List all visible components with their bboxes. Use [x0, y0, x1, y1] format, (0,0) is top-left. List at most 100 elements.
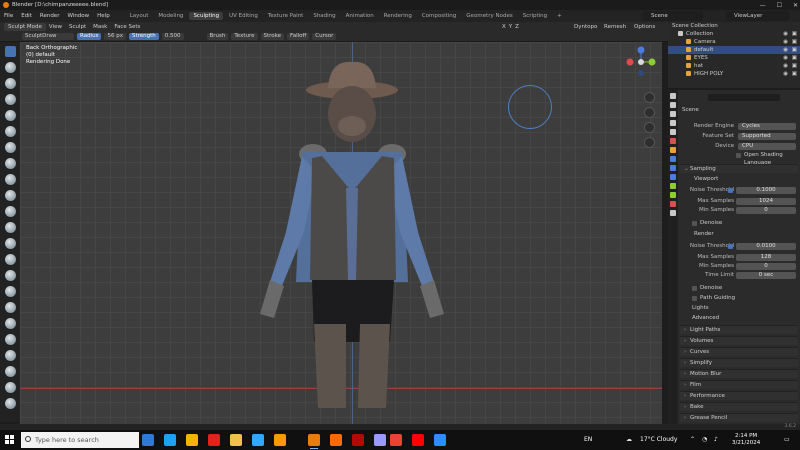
axis-z-toggle[interactable]: Z: [515, 24, 519, 30]
visibility-eye-icon[interactable]: ◉: [783, 54, 788, 62]
render-subsection[interactable]: Render: [686, 230, 800, 238]
maximize-button[interactable]: ☐: [777, 2, 782, 9]
viewport-min-samples-field[interactable]: 0: [736, 206, 796, 214]
particles-tab-icon[interactable]: [670, 165, 676, 171]
menu-view[interactable]: View: [49, 24, 62, 30]
outliner-row-eyes[interactable]: EYES ◉ ▣: [668, 54, 800, 62]
tab-modeling[interactable]: Modeling: [154, 12, 187, 20]
taskbar-search-box[interactable]: Type here to search: [21, 432, 139, 448]
edge-browser-icon[interactable]: [164, 434, 176, 446]
acrobat-icon[interactable]: [352, 434, 364, 446]
osl-checkbox[interactable]: [736, 152, 741, 158]
motion-blur-section[interactable]: Motion Blur: [680, 369, 798, 379]
outliner-row-hat[interactable]: hat ◉ ▣: [668, 62, 800, 70]
menu-edit[interactable]: Edit: [21, 13, 32, 19]
render-camera-icon[interactable]: ▣: [792, 54, 797, 62]
multiplane-scrape-icon[interactable]: [5, 254, 16, 265]
youtube-icon[interactable]: [412, 434, 424, 446]
folder-icon[interactable]: [230, 434, 242, 446]
mesh-filter-icon[interactable]: [5, 382, 16, 393]
tab-uv-editing[interactable]: UV Editing: [225, 12, 262, 20]
minimize-button[interactable]: —: [760, 2, 766, 9]
grease-pencil-section[interactable]: Grease Pencil: [680, 413, 798, 423]
layer-icon[interactable]: [5, 126, 16, 137]
path-guiding-checkbox[interactable]: [692, 295, 697, 301]
render-noise-threshold-checkbox[interactable]: [728, 243, 733, 249]
axis-x-toggle[interactable]: X: [502, 24, 506, 30]
box-mask-icon[interactable]: [5, 366, 16, 377]
illustrator-icon[interactable]: [274, 434, 286, 446]
vlc-icon[interactable]: [208, 434, 220, 446]
physics-tab-icon[interactable]: [670, 174, 676, 180]
properties-search-input[interactable]: [708, 94, 780, 101]
close-button[interactable]: ✕: [793, 2, 798, 9]
illustrator-alt-icon[interactable]: [330, 434, 342, 446]
visibility-eye-icon[interactable]: ◉: [783, 38, 788, 46]
material-tab-icon[interactable]: [670, 201, 676, 207]
navigation-gizmo[interactable]: [624, 45, 658, 79]
curves-section[interactable]: Curves: [680, 347, 798, 357]
bake-section[interactable]: Bake: [680, 402, 798, 412]
render-tab-icon[interactable]: [670, 102, 676, 108]
device-dropdown[interactable]: CPU: [738, 142, 796, 150]
render-camera-icon[interactable]: ▣: [792, 70, 797, 78]
visibility-eye-icon[interactable]: ◉: [783, 30, 788, 38]
constraints-tab-icon[interactable]: [670, 183, 676, 189]
advanced-subsection[interactable]: Advanced: [692, 314, 800, 322]
options-menu[interactable]: Options: [634, 24, 655, 30]
scene-tab-icon[interactable]: [670, 129, 676, 135]
render-min-samples-field[interactable]: 0: [736, 262, 796, 270]
fill-icon[interactable]: [5, 222, 16, 233]
visibility-eye-icon[interactable]: ◉: [783, 70, 788, 78]
sampling-section[interactable]: Sampling: [680, 164, 798, 174]
clay-strips-icon[interactable]: [5, 94, 16, 105]
clay-thumb-icon[interactable]: [5, 110, 16, 121]
tool-tab-icon[interactable]: [670, 93, 676, 99]
world-tab-icon[interactable]: [670, 138, 676, 144]
object-tab-icon[interactable]: [670, 147, 676, 153]
scrape-icon[interactable]: [5, 238, 16, 249]
system-clock[interactable]: 2:14 PM 3/21/2024: [732, 433, 760, 447]
draw-brush-icon[interactable]: [5, 46, 16, 57]
radius-label[interactable]: Radius: [77, 33, 102, 40]
tab-layout[interactable]: Layout: [126, 12, 153, 20]
blob-icon[interactable]: [5, 158, 16, 169]
tab-animation[interactable]: Animation: [342, 12, 378, 20]
modifier-tab-icon[interactable]: [670, 156, 676, 162]
outliner-row-scene-collection[interactable]: Scene Collection: [668, 22, 800, 30]
render-max-samples-field[interactable]: 128: [736, 253, 796, 261]
add-workspace-button[interactable]: +: [553, 12, 566, 20]
render-denoise-row[interactable]: Denoise: [692, 284, 800, 292]
store-icon[interactable]: [434, 434, 446, 446]
weather-widget[interactable]: 17°C Cloudy: [640, 436, 677, 443]
stroke-menu[interactable]: Stroke: [260, 33, 285, 40]
language-indicator[interactable]: EN: [584, 436, 592, 443]
outliner-row-camera[interactable]: Camera ◉ ▣: [668, 38, 800, 46]
visibility-eye-icon[interactable]: ◉: [783, 62, 788, 70]
render-noise-threshold-field[interactable]: 0.0100: [736, 242, 796, 250]
time-limit-field[interactable]: 0 sec: [736, 271, 796, 279]
feature-set-dropdown[interactable]: Supported: [738, 132, 796, 140]
menu-face-sets[interactable]: Face Sets: [114, 24, 140, 30]
render-denoise-checkbox[interactable]: [692, 285, 697, 291]
brush-selector[interactable]: SculptDraw: [22, 33, 74, 40]
axis-y-toggle[interactable]: Y: [509, 24, 512, 30]
clay-icon[interactable]: [5, 78, 16, 89]
viewport-noise-threshold-field[interactable]: 0.1000: [736, 186, 796, 194]
volumes-section[interactable]: Volumes: [680, 336, 798, 346]
ortho-grid-icon[interactable]: [644, 137, 655, 148]
film-section[interactable]: Film: [680, 380, 798, 390]
path-guiding-row[interactable]: Path Guiding: [692, 294, 800, 302]
camera-view-icon[interactable]: [644, 122, 655, 133]
outliner-row-high-poly[interactable]: HIGH POLY ◉ ▣: [668, 70, 800, 78]
notifications-icon[interactable]: ▭: [784, 436, 790, 443]
dyntopo-menu[interactable]: Dyntopo: [574, 24, 597, 30]
remesh-menu[interactable]: Remesh: [604, 24, 626, 30]
strength-value[interactable]: 0.500: [161, 33, 184, 40]
pinch-icon[interactable]: [5, 270, 16, 281]
draw-sharp-icon[interactable]: [5, 62, 16, 73]
mask-icon[interactable]: [5, 334, 16, 345]
scene-selector[interactable]: Scene: [643, 11, 703, 21]
render-camera-icon[interactable]: ▣: [792, 62, 797, 70]
pan-hand-icon[interactable]: [644, 107, 655, 118]
